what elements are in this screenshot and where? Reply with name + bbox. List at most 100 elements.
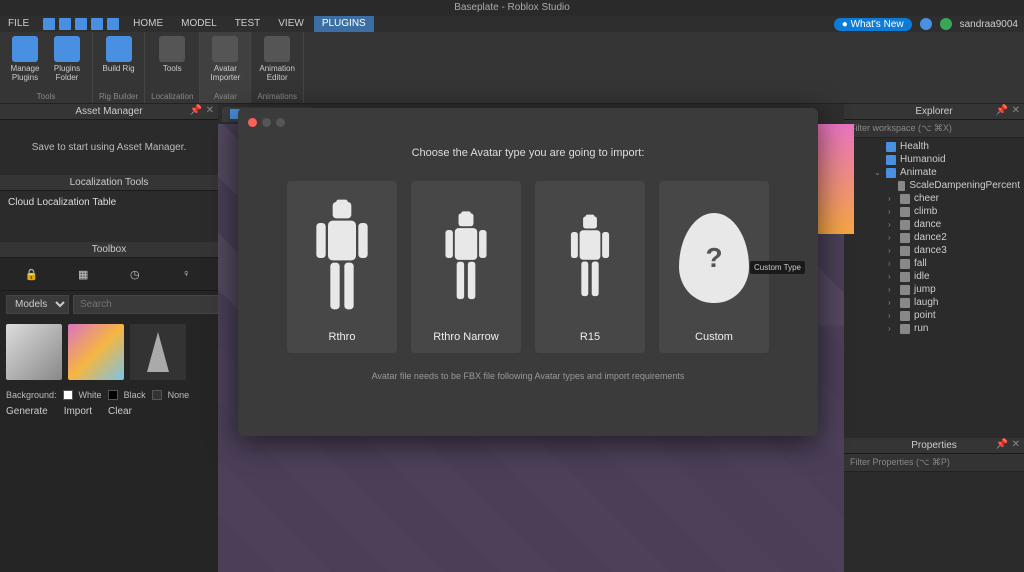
menubar: FILE HOME MODEL TEST VIEW PLUGINS ● What… [0, 16, 1024, 32]
menu-plugins[interactable]: PLUGINS [314, 16, 374, 32]
tree-node[interactable]: ›fall [844, 257, 1024, 270]
avatar-type-card-rthro-narrow[interactable]: Rthro Narrow [411, 181, 521, 353]
explorer-header[interactable]: Explorer 📌 ✕ [844, 104, 1024, 120]
qat-play-icon[interactable] [91, 18, 103, 30]
avatar-type-card-custom[interactable]: ?Custom TypeCustom [659, 181, 769, 353]
toolbox-category-select[interactable]: Models [6, 295, 69, 314]
toolbox-body: 🔒 ▦ ◷ ♀ Models 🔍 Background: White Black [0, 258, 218, 572]
menu-model[interactable]: MODEL [173, 16, 225, 32]
manage-plugins-icon [12, 36, 38, 62]
qat-save-icon[interactable] [43, 18, 55, 30]
close-icon[interactable]: ✕ [1012, 439, 1020, 450]
whats-new-button[interactable]: ● What's New [834, 18, 912, 31]
generate-button[interactable]: Generate [6, 406, 48, 417]
quick-access-toolbar [39, 18, 123, 30]
toolbox-footer: Background: White Black None Generate Im… [0, 386, 218, 421]
minimize-window-icon[interactable] [262, 118, 271, 127]
menu-view[interactable]: VIEW [270, 16, 312, 32]
qat-redo-icon[interactable] [75, 18, 87, 30]
toolbox-item[interactable] [6, 324, 62, 380]
card-label: Rthro [291, 331, 393, 343]
properties-header[interactable]: Properties 📌 ✕ [844, 438, 1024, 454]
toolbox-search-input[interactable] [73, 295, 219, 314]
explorer-title: Explorer [915, 106, 952, 117]
menu-file[interactable]: FILE [0, 16, 37, 32]
localization-tools-header[interactable]: Localization Tools [0, 175, 218, 191]
close-icon[interactable]: ✕ [1012, 105, 1020, 116]
avatar-type-card-rthro[interactable]: Rthro [287, 181, 397, 353]
manage-plugins-button[interactable]: Manage Plugins [6, 34, 44, 82]
background-label: Background: [6, 390, 57, 400]
pin-icon[interactable]: 📌 [996, 105, 1008, 116]
modal-title: Choose the Avatar type you are going to … [246, 147, 810, 159]
tree-node[interactable]: ›idle [844, 270, 1024, 283]
pin-icon[interactable]: 📌 [996, 439, 1008, 450]
clear-button[interactable]: Clear [108, 406, 132, 417]
window-title: Baseplate - Roblox Studio [454, 2, 570, 13]
tree-node[interactable]: ›run [844, 322, 1024, 335]
toolbox-tab-marketplace[interactable]: 🔒 [22, 264, 42, 284]
toolbox-tab-recent[interactable]: ◷ [125, 264, 145, 284]
toolbox-item[interactable] [68, 324, 124, 380]
avatar-type-card-r15[interactable]: R15 [535, 181, 645, 353]
tree-node[interactable]: Health [844, 140, 1024, 153]
avatar-importer-icon [212, 36, 238, 62]
localization-tools-icon [159, 36, 185, 62]
avatar-importer-button[interactable]: Avatar Importer [206, 34, 244, 82]
toolbox-header[interactable]: Toolbox [0, 242, 218, 258]
tree-node[interactable]: ⌄Animate [844, 166, 1024, 179]
tree-node[interactable]: ›dance2 [844, 231, 1024, 244]
avatar-type-cards: Rthro Rthro Narrow R15?Custom TypeCustom [246, 181, 810, 353]
build-rig-button[interactable]: Build Rig [100, 34, 138, 73]
bg-none-swatch[interactable] [152, 390, 162, 400]
import-button[interactable]: Import [64, 406, 92, 417]
tree-node[interactable]: ›cheer [844, 192, 1024, 205]
tree-node[interactable]: ›laugh [844, 296, 1024, 309]
modal-footer-text: Avatar file needs to be FBX file followi… [246, 371, 810, 381]
animation-editor-button[interactable]: Animation Editor [258, 34, 296, 82]
toolbox-tab-inventory[interactable]: ▦ [73, 264, 93, 284]
share-icon[interactable] [940, 18, 952, 30]
tree-node[interactable]: Humanoid [844, 153, 1024, 166]
ribbon: Manage Plugins Plugins Folder Tools Buil… [0, 32, 1024, 104]
toolbox-tab-creations[interactable]: ♀ [176, 264, 196, 284]
bg-black-swatch[interactable] [108, 390, 118, 400]
animation-editor-icon [264, 36, 290, 62]
toolbox-search-row: Models 🔍 [0, 291, 218, 318]
ribbon-group-rigbuilder-label: Rig Builder [99, 92, 138, 101]
asset-manager-body: Save to start using Asset Manager. [0, 120, 218, 175]
tree-node[interactable]: ›dance [844, 218, 1024, 231]
menu-test[interactable]: TEST [227, 16, 269, 32]
window-controls [246, 116, 810, 129]
tooltip: Custom Type [750, 261, 805, 274]
right-dock: Explorer 📌 ✕ Filter workspace (⌥ ⌘X) Hea… [844, 104, 1024, 572]
ribbon-group-tools: Manage Plugins Plugins Folder Tools [0, 32, 93, 103]
left-dock: Asset Manager 📌 ✕ Save to start using As… [0, 104, 218, 572]
menu-home[interactable]: HOME [125, 16, 171, 32]
tree-node[interactable]: ›climb [844, 205, 1024, 218]
ribbon-group-tools-label: Tools [37, 92, 56, 101]
explorer-tree[interactable]: Health Humanoid⌄Animate ScaleDampeningPe… [844, 138, 1024, 438]
plugins-folder-button[interactable]: Plugins Folder [48, 34, 86, 82]
collab-icon[interactable] [920, 18, 932, 30]
qat-undo-icon[interactable] [59, 18, 71, 30]
bg-white-swatch[interactable] [63, 390, 73, 400]
toolbox-item[interactable] [130, 324, 186, 380]
maximize-window-icon[interactable] [276, 118, 285, 127]
tree-node[interactable]: ›point [844, 309, 1024, 322]
toolbox-results [0, 318, 218, 386]
tree-node[interactable]: ›dance3 [844, 244, 1024, 257]
tree-node[interactable]: ScaleDampeningPercent [844, 179, 1024, 192]
username-label[interactable]: sandraa9004 [960, 19, 1018, 30]
ribbon-group-rigbuilder: Build Rig Rig Builder [93, 32, 145, 103]
explorer-filter[interactable]: Filter workspace (⌥ ⌘X) [844, 120, 1024, 138]
close-window-icon[interactable] [248, 118, 257, 127]
asset-manager-header[interactable]: Asset Manager 📌 ✕ [0, 104, 218, 120]
properties-filter[interactable]: Filter Properties (⌥ ⌘P) [844, 454, 1024, 472]
toolbox-tabs: 🔒 ▦ ◷ ♀ [0, 258, 218, 291]
qat-stop-icon[interactable] [107, 18, 119, 30]
tree-node[interactable]: ›jump [844, 283, 1024, 296]
close-icon[interactable]: ✕ [206, 105, 214, 116]
pin-icon[interactable]: 📌 [190, 105, 202, 116]
localization-tools-button[interactable]: Tools [153, 34, 191, 73]
